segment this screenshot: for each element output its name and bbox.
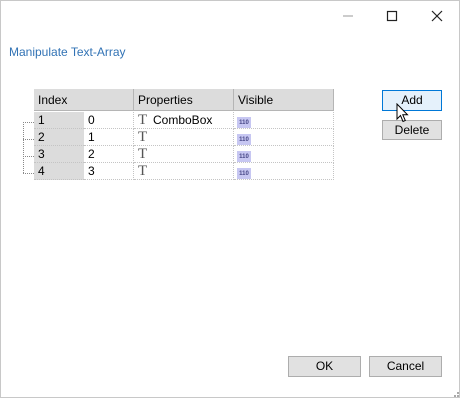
mouse-cursor-icon bbox=[396, 103, 409, 123]
row-index-cell[interactable]: 1 bbox=[34, 112, 84, 129]
row-index-cell[interactable]: 2 bbox=[34, 129, 84, 146]
property-value: ComboBox bbox=[153, 113, 213, 127]
visible-cell[interactable]: 110 bbox=[234, 112, 334, 129]
value-cell[interactable]: 0 bbox=[84, 112, 134, 129]
binary-visible-icon: 110 bbox=[237, 117, 251, 128]
tree-connector-branch bbox=[23, 122, 34, 123]
properties-cell[interactable]: T bbox=[134, 163, 234, 180]
ok-button[interactable]: OK bbox=[288, 356, 361, 377]
binary-visible-icon: 110 bbox=[237, 168, 251, 179]
binary-visible-icon: 110 bbox=[237, 134, 251, 145]
tree-connector bbox=[23, 122, 34, 173]
dialog-title: Manipulate Text-Array bbox=[9, 45, 126, 59]
column-header-label: Visible bbox=[238, 93, 274, 107]
maximize-icon bbox=[386, 10, 398, 22]
resize-grip-icon[interactable] bbox=[453, 391, 459, 397]
minimize-icon bbox=[343, 15, 353, 17]
table-row[interactable]: 2 1 T 110 bbox=[34, 129, 334, 146]
column-header-label: Properties bbox=[138, 93, 193, 107]
column-header-index[interactable]: Index bbox=[34, 89, 134, 111]
value-cell[interactable]: 1 bbox=[84, 129, 134, 146]
table-row[interactable]: 3 2 T 110 bbox=[34, 146, 334, 163]
close-button[interactable] bbox=[417, 5, 457, 27]
text-type-icon: T bbox=[138, 163, 148, 179]
text-type-icon: T bbox=[138, 146, 148, 162]
properties-cell[interactable]: T bbox=[134, 129, 234, 146]
properties-cell[interactable]: T ComboBox bbox=[134, 112, 234, 129]
dialog-window: Manipulate Text-Array Index Properties V… bbox=[0, 0, 460, 398]
binary-visible-icon: 110 bbox=[237, 151, 251, 162]
text-type-icon: T bbox=[138, 112, 148, 128]
add-button[interactable]: Add bbox=[382, 90, 442, 111]
column-header-properties[interactable]: Properties bbox=[134, 89, 234, 111]
column-header-label: Index bbox=[38, 93, 68, 107]
close-icon bbox=[431, 10, 443, 22]
cancel-button[interactable]: Cancel bbox=[369, 356, 442, 377]
delete-button[interactable]: Delete bbox=[382, 120, 442, 140]
text-array-grid[interactable]: Index Properties Visible 1 0 T ComboBox 1… bbox=[34, 89, 334, 181]
tree-connector-branch bbox=[23, 173, 34, 174]
table-row[interactable]: 1 0 T ComboBox 110 bbox=[34, 112, 334, 129]
visible-cell[interactable]: 110 bbox=[234, 146, 334, 163]
table-row[interactable]: 4 3 T 110 bbox=[34, 163, 334, 180]
row-index-cell[interactable]: 4 bbox=[34, 163, 84, 180]
minimize-button[interactable] bbox=[328, 5, 368, 27]
text-type-icon: T bbox=[138, 129, 148, 145]
maximize-button[interactable] bbox=[372, 5, 412, 27]
value-cell[interactable]: 3 bbox=[84, 163, 134, 180]
visible-cell[interactable]: 110 bbox=[234, 129, 334, 146]
column-header-visible[interactable]: Visible bbox=[234, 89, 334, 111]
value-cell[interactable]: 2 bbox=[84, 146, 134, 163]
properties-cell[interactable]: T bbox=[134, 146, 234, 163]
tree-connector-branch bbox=[23, 156, 34, 157]
tree-connector-branch bbox=[23, 139, 34, 140]
row-index-cell[interactable]: 3 bbox=[34, 146, 84, 163]
visible-cell[interactable]: 110 bbox=[234, 163, 334, 180]
